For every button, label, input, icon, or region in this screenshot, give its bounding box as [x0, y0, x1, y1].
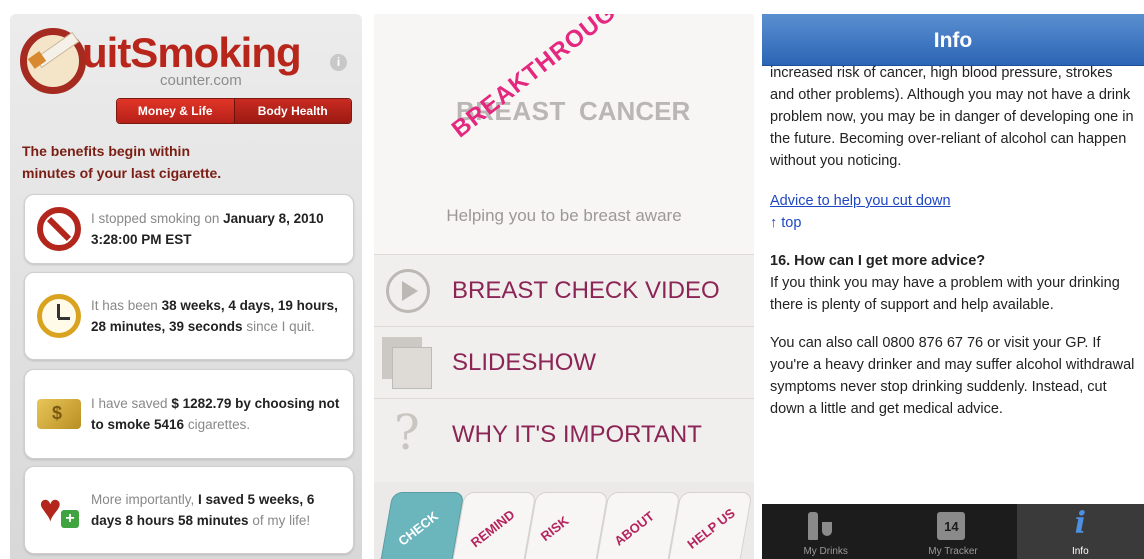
- stat-text: I have saved $ 1282.79 by choosing not t…: [91, 396, 340, 432]
- advice-link[interactable]: Advice to help you cut down: [770, 193, 951, 209]
- menu-item-label: BREAST CHECK VIDEO: [452, 277, 720, 304]
- page-title: Info: [933, 29, 973, 52]
- quit-smoking-screen: uitSmoking counter.com i Money & Life Bo…: [10, 14, 362, 559]
- tab-risk[interactable]: RISK: [523, 492, 609, 559]
- stat-text: I stopped smoking on January 8, 2010 3:2…: [91, 211, 324, 247]
- money-icon: [37, 399, 81, 429]
- menu-item-label: SLIDESHOW: [452, 349, 597, 376]
- back-to-top-link[interactable]: ↑ top: [770, 215, 801, 231]
- info-content: increased risk of cancer, high blood pre…: [770, 65, 1136, 420]
- no-smoking-icon: [37, 207, 81, 251]
- tab-my-tracker[interactable]: 14 My Tracker: [889, 504, 1016, 559]
- menu-item-why-important[interactable]: ? WHY IT'S IMPORTANT: [374, 398, 754, 482]
- section-heading: 16. How can I get more advice?: [770, 253, 986, 269]
- logo-word-cancer: CANCER: [579, 96, 691, 126]
- question-icon: ?: [394, 405, 420, 461]
- app-logo-subtitle: counter.com: [160, 72, 242, 89]
- tab-body-health[interactable]: Body Health: [233, 99, 351, 123]
- tab-my-drinks[interactable]: My Drinks: [762, 504, 889, 559]
- breakthrough-logo-area: BREAST CANCER BREAKTHROUGH Helping you t…: [374, 14, 754, 260]
- paragraph: You can also call 0800 876 67 76 or visi…: [770, 335, 1135, 417]
- tab-label: My Drinks: [803, 546, 848, 557]
- tab-help-us[interactable]: HELP US: [667, 492, 753, 559]
- menu-item-label: WHY IT'S IMPORTANT: [452, 421, 702, 448]
- heart-plus-icon: ♥ +: [37, 488, 81, 532]
- tab-label: My Tracker: [928, 546, 978, 557]
- tab-label: Info: [1071, 546, 1089, 557]
- tab-check[interactable]: CHECK: [379, 492, 465, 559]
- bottom-tab-bar: CHECK REMIND RISK ABOUT HELP US: [374, 482, 754, 559]
- drinks-info-screen: Info increased risk of cancer, high bloo…: [762, 14, 1144, 559]
- stat-text: It has been 38 weeks, 4 days, 19 hours, …: [91, 298, 338, 334]
- menu-item-breast-check-video[interactable]: BREAST CHECK VIDEO: [374, 254, 754, 326]
- segmented-tabs: Money & Life Body Health: [116, 98, 352, 124]
- stat-card-savings: I have saved $ 1282.79 by choosing not t…: [24, 369, 354, 459]
- app-logo-title: uitSmoking: [82, 29, 302, 76]
- stat-card-stopped: I stopped smoking on January 8, 2010 3:2…: [24, 194, 354, 264]
- breast-cancer-screen: BREAST CANCER BREAKTHROUGH Helping you t…: [374, 14, 754, 559]
- stat-card-life-saved: ♥ + More importantly, I saved 5 weeks, 6 …: [24, 466, 354, 554]
- menu-item-slideshow[interactable]: SLIDESHOW: [374, 326, 754, 398]
- clock-icon: [37, 294, 81, 338]
- tab-remind[interactable]: REMIND: [451, 492, 537, 559]
- tab-info[interactable]: i Info: [1016, 504, 1144, 559]
- bottom-tab-bar: My Drinks 14 My Tracker i Info: [762, 504, 1144, 559]
- stat-text: More importantly, I saved 5 weeks, 6 day…: [91, 492, 315, 528]
- tab-about[interactable]: ABOUT: [595, 492, 681, 559]
- tagline: Helping you to be breast aware: [446, 206, 682, 225]
- benefits-heading: The benefits begin within minutes of you…: [22, 143, 222, 181]
- slideshow-icon: [382, 337, 432, 389]
- info-icon: i: [1074, 506, 1087, 541]
- calendar-icon: 14: [937, 512, 966, 540]
- info-icon[interactable]: i: [330, 54, 347, 71]
- tab-money-life[interactable]: Money & Life: [117, 99, 234, 123]
- paragraph: If you think you may have a problem with…: [770, 275, 1120, 313]
- stat-card-elapsed: It has been 38 weeks, 4 days, 19 hours, …: [24, 272, 354, 360]
- navigation-bar: Info: [762, 14, 1144, 66]
- play-icon: [386, 269, 430, 313]
- paragraph: increased risk of cancer, high blood pre…: [770, 65, 1134, 169]
